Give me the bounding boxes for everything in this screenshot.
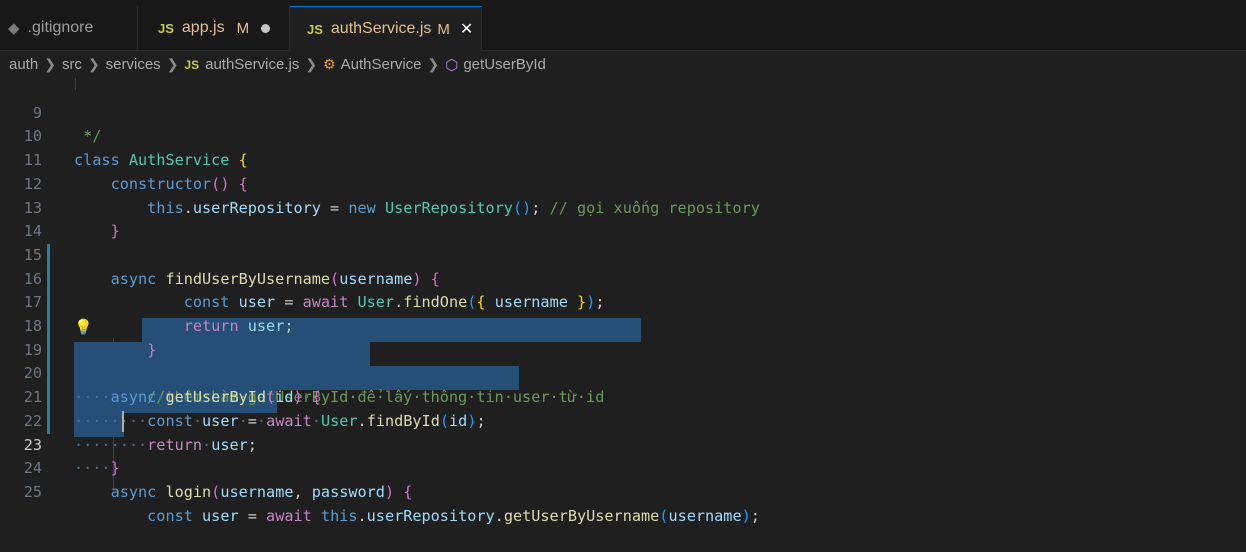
text-cursor [122, 410, 124, 432]
code-line: 17 return user; [0, 268, 1246, 335]
code-line: 10 class AuthService { [0, 102, 1246, 169]
breadcrumb: auth ❯ src ❯ services ❯ JS authService.j… [0, 51, 1246, 78]
code-line-current: 23 ····} [0, 410, 1246, 477]
line-number: 25 [23, 482, 42, 501]
tab-auth-service-js[interactable]: JS authService.js M ✕ [290, 6, 482, 51]
code-line: 9 */ [0, 78, 1246, 146]
tab-gitignore[interactable]: ◆ .gitignore [0, 6, 138, 50]
breadcrumb-item-method[interactable]: getUserById [463, 56, 546, 73]
code-line: 11 constructor() { [0, 125, 1246, 193]
breadcrumb-item-class[interactable]: AuthService [341, 56, 422, 73]
js-file-icon: JS [307, 21, 323, 37]
code-line: 20 ····async·getUserById(id)·{ [0, 339, 1246, 406]
code-line: 25 const user = await this.userRepositor… [0, 457, 1246, 525]
unsaved-dot-icon[interactable] [261, 23, 271, 33]
tab-label: authService.js [330, 20, 432, 37]
method-cube-icon: ⬡ [445, 56, 459, 74]
code-text: const user = await this.userRepository.g… [147, 506, 760, 525]
chevron-right-icon: ❯ [305, 56, 318, 72]
tab-app-js[interactable]: JS app.js M [138, 6, 290, 50]
code-line: 18 } [0, 291, 1246, 359]
breadcrumb-item-src[interactable]: src [62, 56, 82, 73]
js-file-icon: JS [158, 20, 174, 36]
tab-bar: ◆ .gitignore JS app.js M JS authService.… [0, 0, 1246, 51]
code-line: 24 async login(username, password) { [0, 434, 1246, 501]
chevron-right-icon: ❯ [44, 56, 56, 72]
tab-label: .gitignore [27, 19, 94, 36]
modified-badge: M [236, 19, 250, 37]
code-line: 15 async findUserByUsername(username) { [0, 220, 1246, 288]
chevron-right-icon: ❯ [166, 56, 179, 72]
gear-icon: ◆ [8, 20, 20, 37]
code-line: 19 💡 //thêm·hàm·getUserById·để·lấy·thông… [0, 315, 1246, 406]
code-line: 22 ········return·user; [0, 386, 1246, 454]
chevron-right-icon: ❯ [87, 56, 100, 72]
chevron-right-icon: ❯ [427, 56, 440, 72]
close-icon[interactable]: ✕ [460, 19, 473, 39]
class-icon: ⚙ [323, 56, 336, 72]
modified-badge: M [437, 20, 450, 38]
code-text: async login(username, password) { [110, 482, 413, 501]
js-file-icon: JS [184, 57, 200, 72]
code-editor[interactable]: 9 */ 10 class AuthService { 11 construct… [0, 78, 1246, 525]
code-line: 21 ········const·user·=·await·User.findB… [0, 362, 1246, 430]
breadcrumb-item-services[interactable]: services [106, 56, 161, 73]
breadcrumb-item-auth[interactable]: auth [9, 56, 38, 73]
code-line: 16 const user = await User.findOne({ use… [0, 244, 1246, 312]
breadcrumb-item-file[interactable]: authService.js [205, 56, 299, 73]
code-line: 12 this.userRepository = new UserReposit… [0, 149, 1246, 217]
lightbulb-icon[interactable]: 💡 [74, 316, 93, 340]
code-line: 13 } [0, 173, 1246, 241]
tab-label: app.js [181, 19, 225, 36]
code-line: 14 [0, 197, 1246, 240]
